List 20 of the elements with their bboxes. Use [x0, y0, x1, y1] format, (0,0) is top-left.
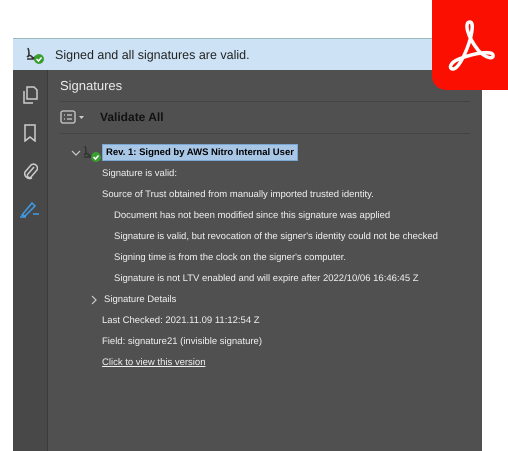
tree-item-text: Source of Trust obtained from manually imported trusted identity.	[102, 189, 374, 200]
paperclip-icon[interactable]	[22, 162, 38, 180]
signature-valid-icon	[25, 44, 45, 64]
revision-item[interactable]: Rev. 1: Signed by AWS Nitro Internal User	[102, 144, 298, 161]
panel-title: Signatures	[60, 77, 124, 95]
tree-item-text: Signature is valid, but revocation of the signer's identity could not be checked	[114, 231, 438, 242]
tree-item-text[interactable]: Signature Details	[104, 294, 176, 305]
tree-item-text: Document has not been modified since this signature was applied	[114, 210, 390, 221]
pages-icon[interactable]	[22, 86, 38, 104]
signature-valid-icon	[82, 142, 102, 162]
tree-item-text: Field: signature21 (invisible signature)	[102, 336, 262, 347]
view-version-link[interactable]: Click to view this version	[102, 357, 206, 368]
tree-item-text: Last Checked: 2021.11.09 11:12:54 Z	[102, 315, 260, 326]
bookmark-icon[interactable]	[24, 124, 36, 142]
tree-item-text: Signing time is from the clock on the signer's computer.	[114, 252, 346, 263]
signature-pen-icon[interactable]	[19, 200, 41, 218]
options-menu-button[interactable]	[60, 110, 86, 124]
status-message: Signed and all signatures are valid.	[55, 48, 250, 62]
tree-item-text: Signature is valid:	[102, 168, 177, 179]
tree-item-text: Signature is not LTV enabled and will expire after 2022/10/06 16:46:45 Z	[114, 273, 419, 284]
